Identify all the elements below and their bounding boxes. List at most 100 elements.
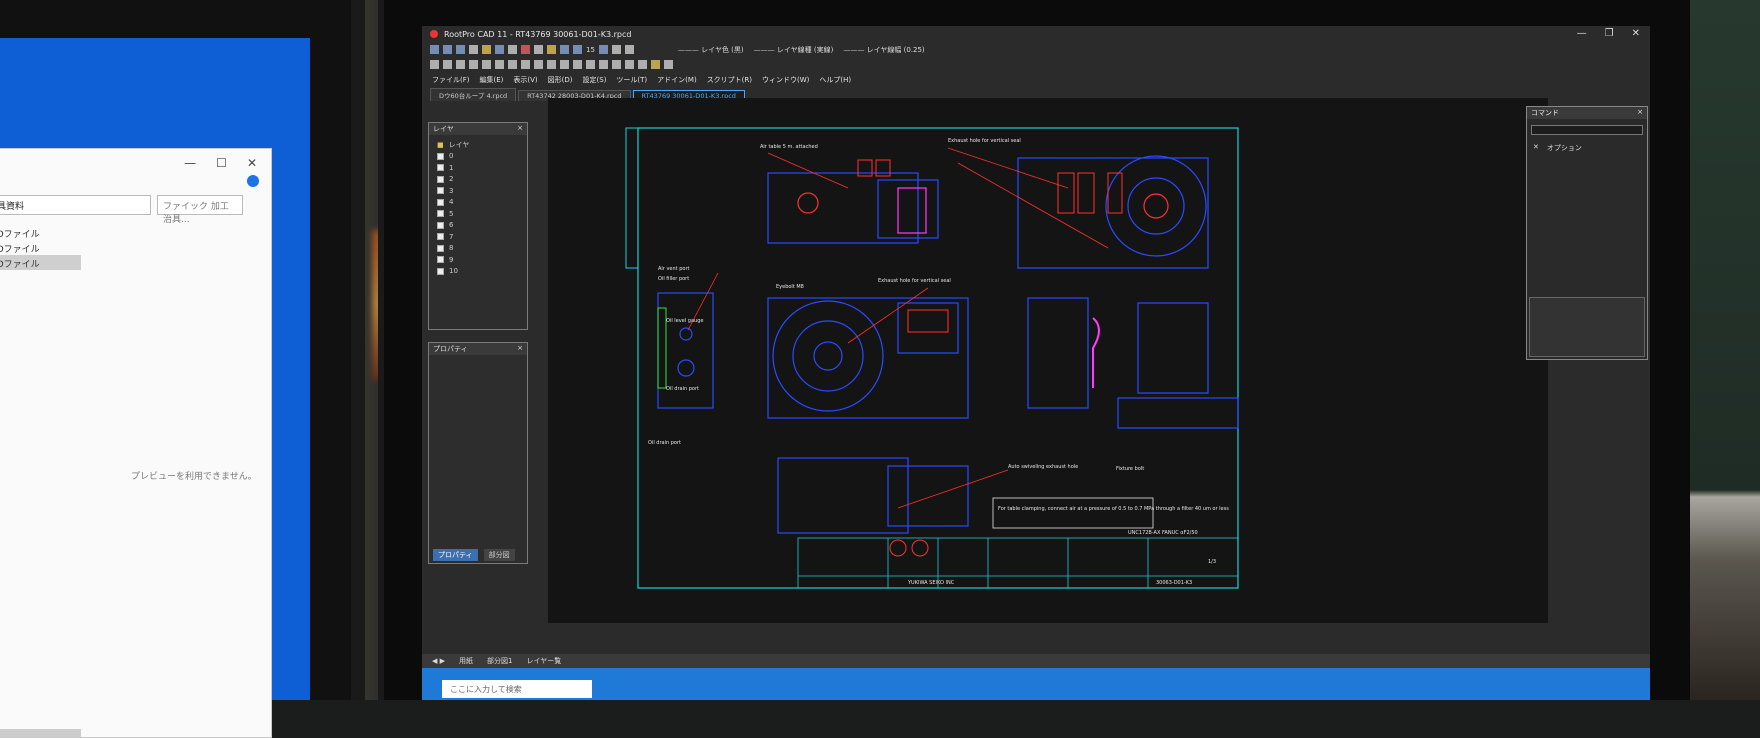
checkbox[interactable] [437,210,444,218]
command-option-label[interactable]: オプション [1547,143,1582,153]
tab-property[interactable]: プロパティ [433,549,478,561]
layer-label: 4 [449,198,454,207]
list-item[interactable]: PCDファイル [0,240,81,255]
properties-icon[interactable] [664,60,673,69]
checkbox[interactable] [437,198,444,206]
drawing-canvas[interactable]: Air table 5 m. attached Exhaust hole for… [548,98,1548,623]
extend-icon[interactable] [599,60,608,69]
checkbox[interactable] [437,267,444,275]
close-icon[interactable]: × [517,124,523,134]
dimension-icon[interactable] [508,60,517,69]
chamfer-icon[interactable] [638,60,647,69]
horizontal-scrollbar[interactable] [0,729,81,737]
move-icon[interactable] [547,60,556,69]
tab-partial-view[interactable]: 部分図 [483,549,515,561]
layer-item[interactable]: 10 [437,266,519,278]
layer-icon[interactable] [611,45,621,54]
offset-icon[interactable] [612,60,621,69]
close-icon[interactable]: ✕ [1533,143,1539,153]
new-file-icon[interactable] [469,45,478,54]
text-icon[interactable] [521,60,530,69]
search-input[interactable]: ファイック 加工治具... [157,195,243,225]
copy-icon[interactable] [534,45,543,54]
checkbox[interactable] [437,256,444,264]
tab-document[interactable]: Dウ60台ループ 4.rpcd [430,88,517,101]
tab-layer-list[interactable]: レイヤー覧 [526,656,561,666]
minimize-icon[interactable]: — [184,156,196,170]
layer-item[interactable]: 3 [437,185,519,197]
snap-icon[interactable] [573,45,582,54]
checkbox[interactable] [437,175,444,183]
circle-icon[interactable] [469,60,478,69]
polyline-icon[interactable] [456,60,465,69]
layer-item[interactable]: 1 [437,162,519,174]
menu-addin[interactable]: アドイン(M) [657,75,697,85]
close-icon[interactable]: × [517,344,523,354]
close-icon[interactable]: × [1637,108,1643,118]
taskbar-search[interactable]: ここに入力して検索 [442,680,592,698]
save-icon[interactable] [495,45,504,54]
layer-item[interactable]: 8 [437,243,519,255]
checkbox[interactable] [437,244,444,252]
arc-icon[interactable] [482,60,491,69]
open-file-icon[interactable] [482,45,491,54]
checkbox[interactable] [437,221,444,229]
checkbox[interactable] [437,164,444,172]
list-item[interactable]: PCDファイル [0,255,81,270]
menu-draw[interactable]: 図形(D) [548,75,573,85]
layer-item[interactable]: 7 [437,231,519,243]
layer-item[interactable]: 5 [437,208,519,220]
hatch-icon[interactable] [534,60,543,69]
menu-settings[interactable]: 設定(S) [583,75,607,85]
checkbox[interactable] [437,152,444,160]
layer-item[interactable]: 0 [437,151,519,163]
rect-icon[interactable] [495,60,504,69]
select-icon[interactable] [560,45,569,54]
line-icon[interactable] [443,60,452,69]
restore-icon[interactable]: ❐ [1605,28,1614,39]
zoom-icon[interactable] [430,45,439,54]
minimize-icon[interactable]: — [1577,28,1587,39]
layer-color-select[interactable]: レイヤ色 (黒) [678,45,743,55]
zoom-out-icon[interactable] [443,45,452,54]
help-icon[interactable] [598,45,608,54]
scale-value[interactable]: 15 [586,46,595,54]
menu-view[interactable]: 表示(V) [513,75,537,85]
tab-partial-view-1[interactable]: 部分図1 [487,656,512,666]
measure-icon[interactable] [651,60,660,69]
checkbox[interactable] [437,187,444,195]
help-icon[interactable] [247,175,259,187]
fillet-icon[interactable] [625,60,634,69]
nav-arrows-icon[interactable]: ◀ ▶ [432,657,445,665]
menu-help[interactable]: ヘルプ(H) [819,75,851,85]
group-icon[interactable] [624,45,634,54]
layer-linetype-select[interactable]: レイヤ線種 (実線) [754,45,833,55]
close-icon[interactable]: ✕ [247,156,257,170]
list-item[interactable]: PCDファイル [0,225,81,240]
maximize-icon[interactable]: ☐ [216,156,227,170]
tab-sheet[interactable]: 用紙 [459,656,473,666]
command-select[interactable] [1531,125,1643,135]
trim-icon[interactable] [586,60,595,69]
menu-file[interactable]: ファイル(F) [432,75,470,85]
menu-tools[interactable]: ツール(T) [616,75,647,85]
print-icon[interactable] [508,45,517,54]
address-bar[interactable]: 工具資料 [0,195,151,215]
rotate-icon[interactable] [560,60,569,69]
layer-item[interactable]: 9 [437,254,519,266]
layer-linewidth-select[interactable]: レイヤ線幅 (0.25) [843,45,925,55]
layer-item[interactable]: 6 [437,220,519,232]
close-icon[interactable]: ✕ [1632,28,1640,39]
layer-item[interactable]: 2 [437,174,519,186]
layer-root[interactable]: ■ レイヤ [437,139,519,151]
checkbox[interactable] [437,233,444,241]
mirror-icon[interactable] [573,60,582,69]
layer-item[interactable]: 4 [437,197,519,209]
cut-icon[interactable] [521,45,530,54]
menu-window[interactable]: ウィンドウ(W) [762,75,809,85]
point-icon[interactable] [430,60,439,69]
paste-icon[interactable] [547,45,556,54]
menu-edit[interactable]: 編集(E) [480,75,504,85]
menu-script[interactable]: スクリプト(R) [707,75,752,85]
pan-icon[interactable] [456,45,465,54]
